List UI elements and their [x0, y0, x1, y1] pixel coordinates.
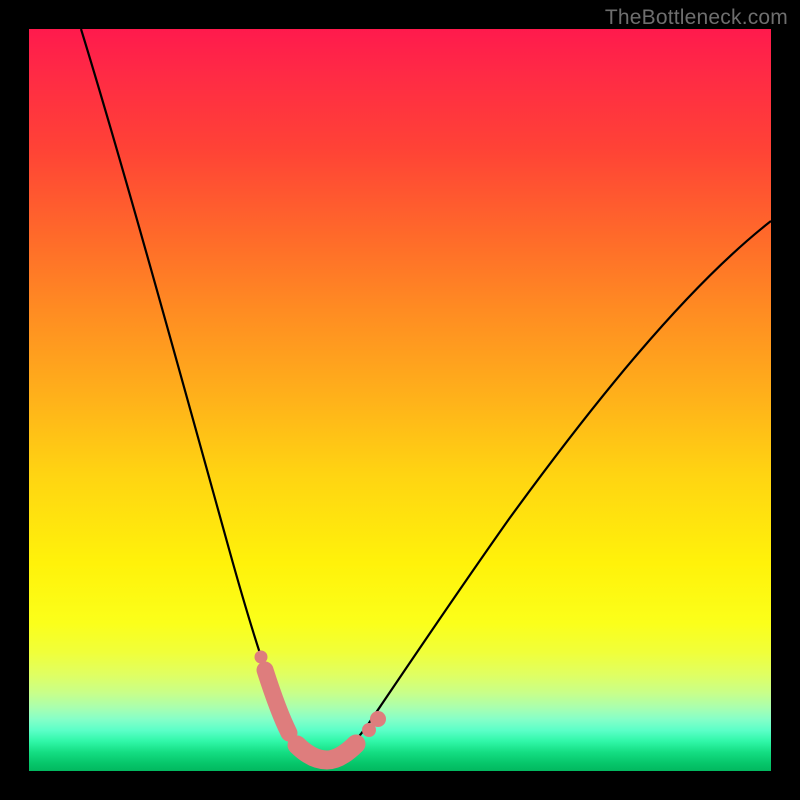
- highlight-trough: [297, 744, 356, 760]
- plot-area: [29, 29, 771, 771]
- highlight-right-dot-b: [370, 711, 386, 727]
- highlight-left-dot: [255, 651, 268, 664]
- curve-svg: [29, 29, 771, 771]
- chart-frame: TheBottleneck.com: [0, 0, 800, 800]
- watermark-label: TheBottleneck.com: [605, 6, 788, 30]
- highlight-left: [265, 670, 289, 733]
- bottleneck-curve: [81, 29, 771, 760]
